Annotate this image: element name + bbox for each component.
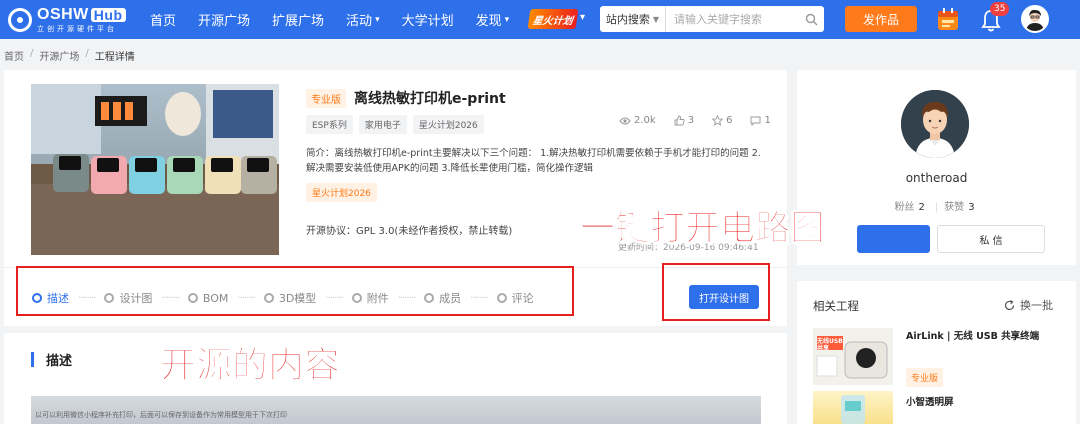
notification-count-badge: 35 bbox=[990, 2, 1010, 16]
related-projects: 相关工程 换一批 无线USB 共享 AirLink | 无线 USB 共享终端 … bbox=[797, 281, 1076, 424]
nav-item-label: 发现 bbox=[475, 14, 502, 29]
license-info: 开源协议：GPL 3.0(未经作者授权，禁止转载) bbox=[306, 226, 513, 237]
logo-subtitle: 立创开源硬件平台 bbox=[37, 25, 117, 33]
related-title: 相关工程 bbox=[813, 299, 859, 313]
project-title-row: 专业版 离线热敏打印机e-print bbox=[306, 88, 506, 108]
fans-label: 粉丝 bbox=[894, 202, 915, 213]
like-button[interactable]: 3 bbox=[674, 115, 694, 126]
chevron-down-icon[interactable]: ▾ bbox=[580, 12, 585, 23]
project-title: 离线热敏打印机e-print bbox=[354, 91, 506, 107]
related-project-name[interactable]: 小智透明屏 bbox=[906, 394, 954, 408]
likes-count: 3 bbox=[687, 115, 695, 126]
description-image-caption: 以可以利用微信小程序补充打印，后面可以保存到设备作为常用模型用于下次打印 bbox=[35, 411, 287, 419]
breadcrumb-home[interactable]: 首页 bbox=[4, 48, 24, 63]
related-thumb-text: 无线USB 共享 bbox=[817, 338, 843, 352]
chevron-down-icon: ▼ bbox=[652, 14, 660, 24]
nav-item-label: 开源广场 bbox=[198, 14, 251, 29]
logo-main-text: OSHW bbox=[37, 6, 89, 23]
author-stats: 粉丝 2 | 获赞 3 bbox=[894, 202, 975, 213]
author-avatar[interactable] bbox=[901, 90, 969, 158]
annotation-open-content: 开源的内容 bbox=[159, 345, 341, 387]
annotation-box-open-design bbox=[662, 263, 770, 321]
comment-icon bbox=[751, 116, 761, 126]
nav-item-label: 活动 bbox=[346, 14, 373, 29]
spark-plan-badge[interactable]: 星火计划 bbox=[527, 9, 579, 29]
nav-menu: 首页 开源广场 扩展广场 活动 ▾ 大学计划 发现 ▾ bbox=[150, 0, 531, 39]
author-card: ontheroad 粉丝 2 | 获赞 3 私 信 bbox=[797, 70, 1076, 265]
nav-item-label: 首页 bbox=[150, 14, 177, 29]
nav-item-label: 扩展广场 bbox=[272, 14, 325, 29]
message-button[interactable]: 私 信 bbox=[937, 225, 1045, 253]
project-card: 专业版 离线热敏打印机e-print ESP系列 家用电子 星火计划2026 2… bbox=[4, 70, 787, 326]
user-avatar[interactable] bbox=[1021, 5, 1049, 33]
breadcrumb-square[interactable]: 开源广场 bbox=[39, 48, 79, 63]
search-scope-label: 站内搜索 bbox=[605, 13, 650, 26]
spark-2026-tag[interactable]: 星火计划2026 bbox=[306, 183, 377, 202]
section-accent-bar bbox=[31, 352, 34, 367]
calendar-icon[interactable] bbox=[937, 7, 959, 31]
project-tag[interactable]: 家用电子 bbox=[358, 115, 407, 134]
annotation-open-circuit: 一键打开电路图 bbox=[579, 209, 826, 250]
nav-item[interactable]: 大学计划 bbox=[402, 10, 454, 29]
likes-label: 获赞 bbox=[944, 202, 965, 213]
project-tags: ESP系列 家用电子 星火计划2026 bbox=[306, 115, 484, 134]
comment-button[interactable]: 1 bbox=[750, 115, 771, 126]
description-section: 描述 以可以利用微信小程序补充打印，后面可以保存到设备作为常用模型用于下次打印 bbox=[4, 333, 787, 424]
favorites-count: 6 bbox=[726, 115, 733, 126]
refresh-icon bbox=[1004, 299, 1015, 310]
related-project-thumbnail[interactable]: 无线USB 共享 bbox=[813, 328, 893, 385]
fans-count: 2 bbox=[918, 202, 925, 213]
description-image[interactable]: 以可以利用微信小程序补充打印，后面可以保存到设备作为常用模型用于下次打印 bbox=[31, 396, 761, 424]
annotation-box-content bbox=[16, 266, 574, 316]
related-project-name[interactable]: AirLink | 无线 USB 共享终端 bbox=[906, 328, 1039, 342]
project-intro: 简介：离线热敏打印机e-print主要解决以下三个问题： 1.解决热敏打印机需要… bbox=[306, 148, 761, 174]
oshwhub-logo[interactable]: OSHW Hub 立创开源硬件平台 bbox=[8, 4, 126, 36]
chevron-down-icon: ▾ bbox=[375, 14, 380, 25]
nav-item[interactable]: 开源广场 bbox=[198, 10, 250, 29]
project-tag[interactable]: ESP系列 bbox=[306, 115, 353, 134]
breadcrumb: 首页 / 开源广场 / 工程详情 bbox=[4, 48, 135, 63]
search-scope-select[interactable]: 站内搜索 ▼ bbox=[600, 6, 666, 32]
nav-item[interactable]: 活动 ▾ bbox=[346, 10, 380, 29]
search-bar: 站内搜索 ▼ bbox=[600, 6, 824, 32]
project-cover-image[interactable] bbox=[31, 84, 279, 255]
swap-label: 换一批 bbox=[1020, 299, 1053, 312]
swap-batch-button[interactable]: 换一批 bbox=[1004, 297, 1053, 313]
nav-item-label: 大学计划 bbox=[401, 14, 454, 29]
pro-edition-tag: 专业版 bbox=[306, 88, 346, 108]
pro-edition-tag: 专业版 bbox=[906, 368, 944, 387]
logo-mark-icon bbox=[8, 8, 32, 32]
chevron-down-icon: ▾ bbox=[504, 14, 510, 25]
views-stat: 2.0k bbox=[619, 115, 656, 126]
follow-button[interactable] bbox=[857, 225, 930, 253]
views-count: 2.0k bbox=[634, 115, 656, 126]
project-stats: 2.0k 3 6 1 bbox=[619, 115, 771, 126]
search-input[interactable] bbox=[666, 7, 798, 31]
nav-item[interactable]: 首页 bbox=[150, 10, 176, 29]
thumbs-up-icon bbox=[674, 115, 685, 126]
description-title: 描述 bbox=[46, 354, 73, 369]
related-project-thumbnail[interactable] bbox=[813, 391, 893, 424]
likes-received-count: 3 bbox=[968, 202, 975, 213]
breadcrumb-current: 工程详情 bbox=[94, 52, 135, 63]
top-nav: OSHW Hub 立创开源硬件平台 首页 开源广场 扩展广场 活动 ▾ 大学计划 发现 ▾ 星火… bbox=[0, 0, 1080, 39]
comments-count: 1 bbox=[764, 115, 771, 126]
nav-item[interactable]: 发现 ▾ bbox=[476, 10, 510, 29]
logo-hub-text: Hub bbox=[90, 8, 126, 22]
search-icon[interactable] bbox=[798, 6, 824, 32]
publish-button[interactable]: 发作品 bbox=[845, 6, 917, 32]
eye-icon bbox=[619, 117, 631, 124]
favorite-button[interactable]: 6 bbox=[712, 115, 732, 126]
star-icon bbox=[712, 115, 724, 126]
description-header: 描述 bbox=[31, 350, 72, 369]
nav-item[interactable]: 扩展广场 bbox=[272, 10, 324, 29]
author-name[interactable]: ontheroad bbox=[797, 171, 1076, 185]
project-tag[interactable]: 星火计划2026 bbox=[412, 115, 484, 134]
